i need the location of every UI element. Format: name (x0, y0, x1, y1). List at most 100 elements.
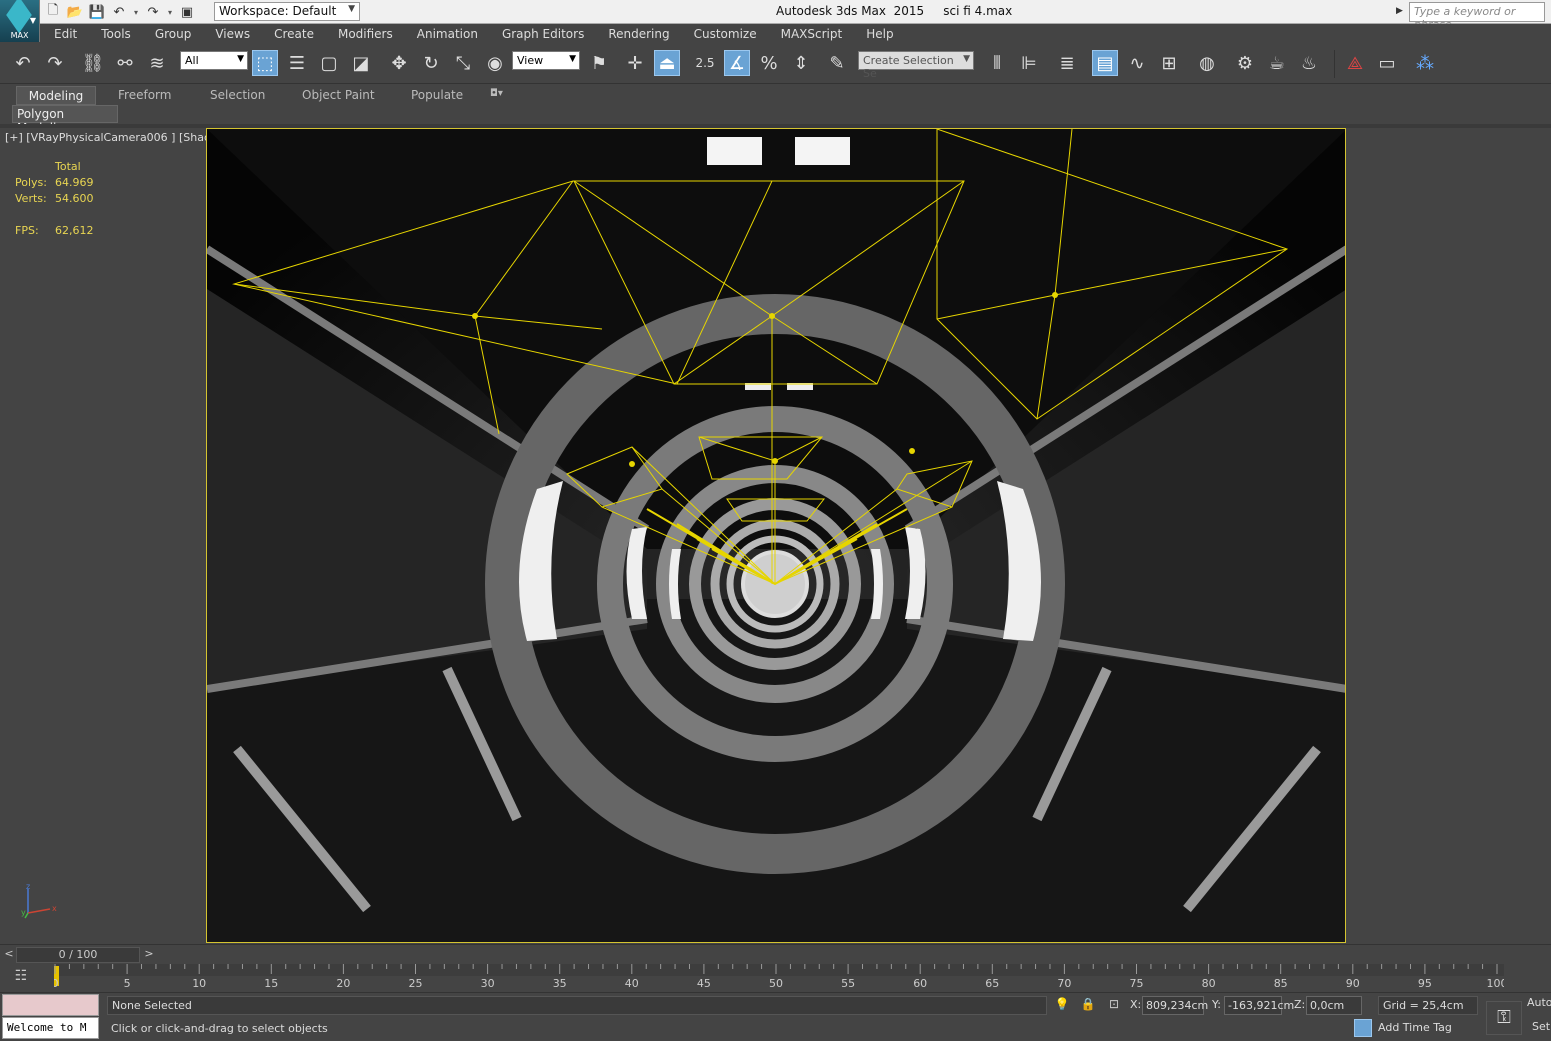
material-editor-icon[interactable]: ◍ (1194, 50, 1220, 76)
snaps-toggle-icon[interactable]: 2.5 (692, 50, 718, 76)
ribbon-options-icon[interactable]: ◘▾ (484, 86, 509, 105)
select-manipulate-icon[interactable]: ✛ (622, 50, 648, 76)
vray-frame-buffer-icon[interactable]: ⟁ (1342, 50, 1368, 76)
mirror-icon[interactable]: ⫴ (984, 50, 1010, 76)
window-crossing-icon[interactable]: ◪ (348, 50, 374, 76)
ruler-icon[interactable]: ▭ (1374, 50, 1400, 76)
menu-customize[interactable]: Customize (680, 27, 767, 41)
tab-freeform[interactable]: Freeform (112, 86, 177, 105)
spinner-snap-icon[interactable]: ⇕ (788, 50, 814, 76)
rotate-icon[interactable]: ↻ (418, 50, 444, 76)
curve-editor-mini-icon[interactable]: ☷ (10, 968, 32, 988)
z-coord-field[interactable]: 0,0cm (1306, 996, 1362, 1015)
ruler-label: 40 (625, 977, 639, 990)
frame-ruler[interactable]: 0 5 10 15 20 25 30 35 40 45 50 55 60 65 70 75 80 85 90 95 10… (54, 964, 1504, 992)
time-slider-thumb[interactable]: 0 / 100 (16, 947, 140, 963)
save-file-icon[interactable]: 💾 (88, 3, 106, 21)
new-file-icon[interactable]: 🗋 (44, 3, 62, 21)
menu-modifiers[interactable]: Modifiers (324, 27, 403, 41)
isolate-selection-icon[interactable]: 💡 (1054, 997, 1070, 1013)
stats-polys: Polys: 64.969 (15, 176, 94, 192)
search-input[interactable]: Type a keyword or phrase (1409, 2, 1545, 31)
y-coord-field[interactable]: -163,921cm (1224, 996, 1294, 1015)
viewport-label[interactable]: [+] [VRayPhysicalCamera006 ] [Shaded ] (5, 131, 232, 144)
light-point (772, 458, 778, 464)
scale-icon[interactable]: ⤡ (450, 50, 476, 76)
bind-space-warp-icon[interactable]: ≋ (144, 50, 170, 76)
add-time-tag[interactable]: Add Time Tag (1378, 1021, 1452, 1034)
angle-snap-icon[interactable]: ∡ (724, 50, 750, 76)
menu-maxscript[interactable]: MAXScript (767, 27, 853, 41)
undo-icon[interactable]: ↶ (10, 50, 36, 76)
menu-graph-editors[interactable]: Graph Editors (488, 27, 594, 41)
move-icon[interactable]: ✥ (386, 50, 412, 76)
pivot-center-icon[interactable]: ⚑ (586, 50, 612, 76)
edit-named-selection-icon[interactable]: ✎ (824, 50, 850, 76)
tab-populate[interactable]: Populate (405, 86, 469, 105)
menu-help[interactable]: Help (852, 27, 903, 41)
menu-rendering[interactable]: Rendering (594, 27, 679, 41)
time-tag-icon[interactable] (1354, 1019, 1372, 1037)
redo-dropdown-icon[interactable]: ▾ (166, 3, 174, 21)
keyboard-shortcut-override-icon[interactable]: ⏏ (654, 50, 680, 76)
selection-lock-icon[interactable]: 🔒 (1080, 997, 1096, 1013)
redo-icon[interactable]: ↷ (144, 3, 162, 21)
ruler-label: 45 (697, 977, 711, 990)
rectangular-selection-icon[interactable]: ▢ (316, 50, 342, 76)
menu-views[interactable]: Views (201, 27, 260, 41)
menu-create[interactable]: Create (260, 27, 324, 41)
menu-group[interactable]: Group (141, 27, 202, 41)
application-button[interactable]: ▼ MAX (0, 0, 40, 42)
absolute-mode-icon[interactable]: ⊡ (1106, 997, 1122, 1013)
z-axis-label: z (26, 883, 30, 891)
align-icon[interactable]: ⊫ (1016, 50, 1042, 76)
viewport[interactable]: [+] [VRayPhysicalCamera006 ] [Shaded ] T… (0, 128, 1551, 944)
quick-access-toolbar: 🗋 📂 💾 ↶ ▾ ↷ ▾ ▣ (44, 2, 196, 22)
app-logo-text: MAX (10, 31, 29, 40)
percent-snap-icon[interactable]: % (756, 50, 782, 76)
menu-tools[interactable]: Tools (87, 27, 141, 41)
ribbon-panel-polygon-modeling[interactable]: Polygon Modeling (12, 105, 118, 135)
undo-icon[interactable]: ↶ (110, 3, 128, 21)
render-production-icon[interactable]: ♨ (1296, 50, 1322, 76)
x-coord-field[interactable]: 809,234cm (1142, 996, 1208, 1015)
set-key-button[interactable]: Set (1532, 1020, 1550, 1033)
unlink-icon[interactable]: ⚯ (112, 50, 138, 76)
safe-frame[interactable] (206, 128, 1346, 943)
rendered-frame-window-icon[interactable]: ☕ (1264, 50, 1290, 76)
next-frame-button[interactable]: > (142, 947, 156, 963)
graphite-toolbar-icon[interactable]: ▤ (1092, 50, 1118, 76)
trackbar[interactable]: ☷ 0 5 10 15 20 25 30 35 40 45 50 55 60 65 70 75 80 85 90 95… (0, 964, 1551, 992)
tab-selection[interactable]: Selection (204, 86, 271, 105)
reference-coordinate-dropdown[interactable]: View ▼ (512, 51, 580, 70)
schematic-view-icon[interactable]: ⊞ (1156, 50, 1182, 76)
workspace-dropdown[interactable]: Workspace: Default ▼ (214, 2, 360, 21)
open-file-icon[interactable]: 📂 (66, 3, 84, 21)
link-icon[interactable]: ⛓ (80, 50, 106, 76)
place-icon[interactable]: ◉ (482, 50, 508, 76)
prev-frame-button[interactable]: < (2, 947, 16, 963)
search-expand-icon[interactable]: ▶ (1396, 2, 1408, 22)
maxscript-mini-listener[interactable] (2, 994, 99, 1016)
ruler-label: 25 (409, 977, 423, 990)
layer-manager-icon[interactable]: ≣ (1054, 50, 1080, 76)
curve-editor-icon[interactable]: ∿ (1124, 50, 1150, 76)
render-setup-icon[interactable]: ⚙ (1232, 50, 1258, 76)
selection-filter-dropdown[interactable]: All ▼ (180, 51, 248, 70)
named-selection-dropdown[interactable]: Create Selection Se ▼ (858, 51, 974, 80)
tab-object-paint[interactable]: Object Paint (296, 86, 381, 105)
auto-key-button[interactable]: Auto (1527, 996, 1551, 1009)
menu-animation[interactable]: Animation (403, 27, 488, 41)
select-by-name-icon[interactable]: ☰ (284, 50, 310, 76)
set-key-icon[interactable]: ⚿ (1486, 1001, 1522, 1035)
maxscript-listener-output[interactable]: Welcome to M (2, 1017, 99, 1039)
x-coord-label: X: (1130, 998, 1142, 1011)
select-object-icon[interactable]: ⬚ (252, 50, 278, 76)
project-folder-icon[interactable]: ▣ (178, 3, 196, 21)
menu-edit[interactable]: Edit (40, 27, 87, 41)
redo-icon[interactable]: ↷ (42, 50, 68, 76)
undo-dropdown-icon[interactable]: ▾ (132, 3, 140, 21)
particle-view-icon[interactable]: ⁂ (1412, 50, 1438, 76)
x-axis-line (27, 908, 51, 914)
tab-modeling[interactable]: Modeling (16, 86, 96, 105)
